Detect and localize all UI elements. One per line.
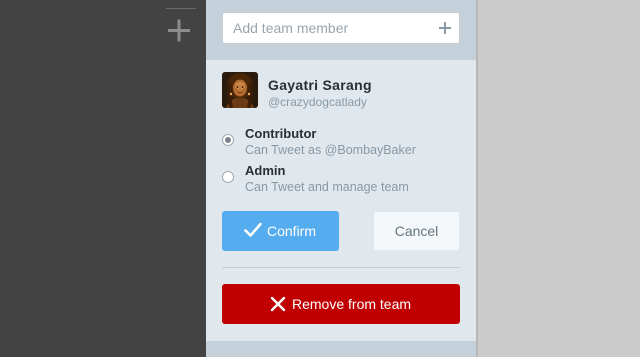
role-description: Can Tweet and manage team xyxy=(245,180,409,194)
plus-icon xyxy=(168,19,190,42)
role-option-contributor[interactable]: Contributor Can Tweet as @BombayBaker xyxy=(222,126,452,160)
add-team-member-input[interactable] xyxy=(223,13,433,43)
role-title: Contributor xyxy=(245,126,317,141)
role-description: Can Tweet as @BombayBaker xyxy=(245,143,416,157)
plus-icon[interactable] xyxy=(437,20,453,36)
divider xyxy=(222,267,460,268)
remove-label: Remove from team xyxy=(292,296,412,312)
radio-selected-dot xyxy=(225,137,231,143)
member-name: Gayatri Sarang xyxy=(268,77,372,93)
role-title: Admin xyxy=(245,163,286,178)
cancel-button[interactable]: Cancel xyxy=(373,211,460,251)
add-column-button[interactable] xyxy=(166,16,194,44)
admin-radio[interactable] xyxy=(222,171,234,183)
close-x-icon xyxy=(270,296,286,312)
cancel-label: Cancel xyxy=(394,223,439,239)
panel-border xyxy=(476,0,478,357)
member-handle: @crazydogcatlady xyxy=(268,95,367,109)
member-card: Gayatri Sarang @crazydogcatlady Contribu… xyxy=(206,60,476,341)
avatar xyxy=(222,72,258,108)
left-column xyxy=(0,0,206,357)
role-option-admin[interactable]: Admin Can Tweet and manage team xyxy=(222,163,452,197)
remove-from-team-button[interactable]: Remove from team xyxy=(222,284,460,324)
contributor-radio[interactable] xyxy=(222,134,234,146)
team-panel: Gayatri Sarang @crazydogcatlady Contribu… xyxy=(206,0,476,357)
add-member-search xyxy=(222,12,460,44)
left-column-divider xyxy=(166,8,196,9)
confirm-button[interactable]: Confirm xyxy=(222,211,339,251)
confirm-label: Confirm xyxy=(267,223,317,239)
checkmark-icon xyxy=(244,222,262,237)
